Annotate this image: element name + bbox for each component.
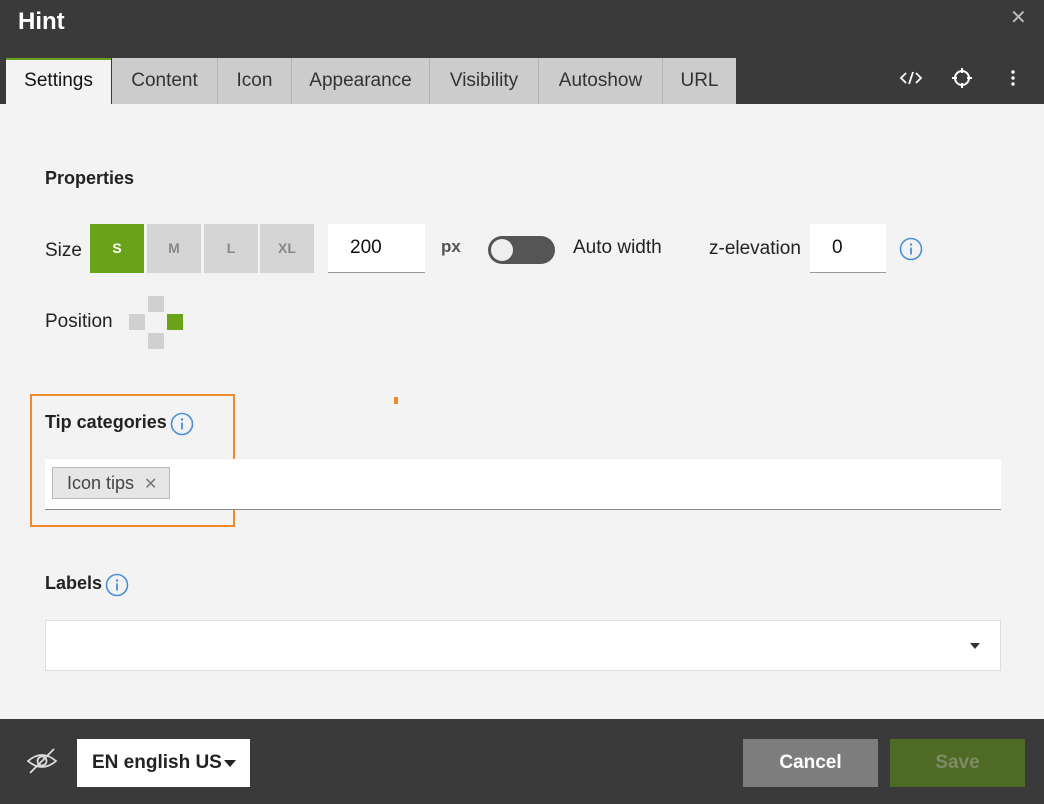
tab-autoshow[interactable]: Autoshow: [539, 58, 663, 104]
tip-categories-info-icon[interactable]: [170, 412, 194, 436]
tag-label: Icon tips: [67, 473, 135, 493]
size-button-s[interactable]: S: [90, 224, 144, 273]
position-label: Position: [45, 311, 113, 332]
labels-info-icon[interactable]: [105, 573, 129, 597]
highlight-marker: [394, 397, 398, 404]
tab-content[interactable]: Content: [112, 58, 218, 104]
labels-heading: Labels: [45, 573, 103, 593]
position-right[interactable]: [167, 314, 183, 330]
dialog-header: Hint ✕: [0, 0, 1044, 58]
auto-width-toggle[interactable]: [488, 236, 555, 264]
cancel-button[interactable]: Cancel: [743, 739, 878, 787]
eye-slash-icon[interactable]: [25, 745, 59, 777]
tip-categories-heading: Tip categories: [45, 412, 167, 432]
position-bottom[interactable]: [148, 333, 164, 349]
crosshair-icon[interactable]: [949, 66, 975, 90]
remove-tag-icon[interactable]: ✕: [144, 470, 157, 500]
tab-bar: Settings Content Icon Appearance Visibil…: [0, 58, 1044, 104]
info-icon[interactable]: [899, 237, 923, 261]
language-select[interactable]: EN english US: [77, 739, 250, 787]
dialog-title: Hint: [18, 8, 65, 35]
toggle-knob: [491, 239, 513, 261]
tab-appearance[interactable]: Appearance: [292, 58, 430, 104]
tab-url[interactable]: URL: [663, 58, 736, 104]
more-vertical-icon[interactable]: [1000, 66, 1026, 90]
z-elevation-input[interactable]: [810, 224, 886, 273]
width-unit-label: px: [441, 237, 461, 256]
position-left[interactable]: [129, 314, 145, 330]
z-elevation-label: z-elevation: [709, 238, 801, 259]
properties-heading: Properties: [45, 168, 135, 188]
tab-visibility[interactable]: Visibility: [430, 58, 539, 104]
labels-select[interactable]: [45, 620, 1001, 671]
code-icon[interactable]: [898, 66, 924, 90]
chevron-down-icon: [224, 760, 236, 767]
tag-chip: Icon tips ✕: [52, 467, 171, 500]
size-button-m[interactable]: M: [147, 224, 201, 273]
chevron-down-icon: [970, 643, 980, 649]
width-input[interactable]: [328, 224, 425, 273]
auto-width-label: Auto width: [573, 237, 662, 258]
size-label: Size: [45, 240, 82, 261]
size-button-l[interactable]: L: [204, 224, 258, 273]
tab-settings[interactable]: Settings: [6, 58, 111, 104]
size-button-xl[interactable]: XL: [260, 224, 314, 273]
close-icon[interactable]: ✕: [1010, 8, 1027, 28]
tab-icon[interactable]: Icon: [218, 58, 292, 104]
tip-categories-input[interactable]: Icon tips ✕: [45, 459, 1001, 510]
language-value: EN english US: [92, 752, 222, 773]
save-button[interactable]: Save: [890, 739, 1025, 787]
position-top[interactable]: [148, 296, 164, 312]
